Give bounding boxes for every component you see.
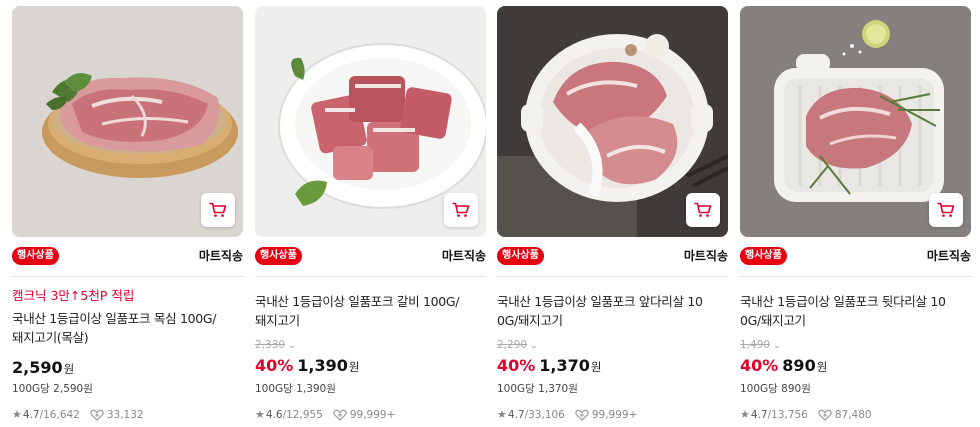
add-to-cart-button[interactable] [201, 193, 235, 227]
product-card[interactable]: 행사상품 마트직송 국내산 1등급이상 일품포크 갈비 100G/ 돼지고기 2… [255, 6, 486, 427]
original-price-value: 2,290 [497, 339, 528, 351]
product-meta: ★ 4.7 /16,642 33,132 [12, 408, 144, 421]
heart-cart-icon [818, 409, 832, 421]
event-badge: 행사상품 [497, 247, 544, 265]
original-price-value: 2,330 [255, 339, 286, 351]
product-card[interactable]: 행사상품 마트직송 국내산 1등급이상 일품포크 뒷다리살 10 0G/돼지고기… [740, 6, 971, 427]
rating-value: 4.7 [507, 408, 525, 421]
store-label: 마트직송 [926, 249, 971, 263]
product-name[interactable]: 국내산 1등급이상 일품포크 앞다리살 10 0G/돼지고기 [497, 292, 728, 330]
discount-rate: 40% [497, 356, 536, 375]
add-to-cart-button[interactable] [444, 193, 478, 227]
unit-price: 100G당 2,590원 [12, 383, 93, 395]
product-image[interactable] [12, 6, 243, 237]
divider [740, 276, 971, 277]
currency-label: 원 [590, 360, 602, 374]
review-count: /12,955 [282, 408, 323, 421]
store-label: 마트직송 [441, 249, 486, 263]
product-name[interactable]: 국내산 1등급이상 일품포크 목심 100G/ 돼지고기(목살) [12, 309, 243, 347]
unit-price: 100G당 1,390원 [255, 383, 336, 395]
star-icon: ★ [740, 408, 750, 421]
heart-cart-icon [333, 409, 347, 421]
add-to-cart-button[interactable] [929, 193, 963, 227]
cart-icon [937, 202, 955, 217]
star-icon: ★ [255, 408, 265, 421]
product-name-line: 돼지고기 [255, 313, 300, 328]
product-meta: ★ 4.7 /33,106 99,999+ [497, 408, 637, 421]
promo-text: 캠크닉 3만↑5천P 적립 [12, 288, 135, 303]
product-meta: ★ 4.7 /13,756 87,480 [740, 408, 872, 421]
divider [497, 276, 728, 277]
star-icon: ★ [497, 408, 507, 421]
price-row: 40% 890원 [740, 355, 827, 378]
product-name-line: 국내산 1등급이상 일품포크 앞다리살 10 [497, 294, 703, 309]
original-price: 1,490 ⌄ [740, 339, 781, 351]
like-count: 87,480 [834, 408, 872, 421]
review-count: /13,756 [767, 408, 808, 421]
sale-price: 2,590 [12, 358, 63, 377]
original-price-value: 1,490 [740, 339, 771, 351]
product-image[interactable] [740, 6, 971, 237]
original-price: 2,330 ⌄ [255, 339, 296, 351]
chevron-down-icon[interactable]: ⌄ [530, 341, 538, 351]
original-price: 2,290 ⌄ [497, 339, 538, 351]
product-name[interactable]: 국내산 1등급이상 일품포크 갈비 100G/ 돼지고기 [255, 292, 486, 330]
price-row: 2,590원 [12, 357, 74, 380]
product-name-line: 국내산 1등급이상 일품포크 목심 100G/ [12, 311, 217, 326]
rating-value: 4.6 [265, 408, 283, 421]
rating-value: 4.7 [750, 408, 768, 421]
product-name-line: 0G/돼지고기 [740, 313, 806, 328]
discount-rate: 40% [255, 356, 294, 375]
event-badge: 행사상품 [255, 247, 302, 265]
sale-price: 890 [782, 356, 816, 375]
review-count: /33,106 [524, 408, 565, 421]
unit-price: 100G당 890원 [740, 383, 811, 395]
heart-cart-icon [90, 409, 104, 421]
product-meta: ★ 4.6 /12,955 99,999+ [255, 408, 395, 421]
product-name-line: 국내산 1등급이상 일품포크 뒷다리살 10 [740, 294, 946, 309]
sale-price: 1,390 [297, 356, 348, 375]
product-card[interactable]: 행사상품 마트직송 캠크닉 3만↑5천P 적립 국내산 1등급이상 일품포크 목… [12, 6, 243, 427]
product-name-line: 돼지고기(목살) [12, 330, 89, 345]
divider [255, 276, 486, 277]
cart-icon [694, 202, 712, 217]
product-image[interactable] [497, 6, 728, 237]
product-name-line: 국내산 1등급이상 일품포크 갈비 100G/ [255, 294, 460, 309]
cart-icon [209, 202, 227, 217]
like-count: 99,999+ [591, 408, 638, 421]
price-row: 40% 1,370원 [497, 355, 602, 378]
cart-icon [452, 202, 470, 217]
currency-label: 원 [63, 362, 75, 376]
star-icon: ★ [12, 408, 22, 421]
chevron-down-icon[interactable]: ⌄ [773, 341, 781, 351]
chevron-down-icon[interactable]: ⌄ [288, 341, 296, 351]
rating-value: 4.7 [22, 408, 40, 421]
divider [12, 276, 243, 277]
currency-label: 원 [816, 360, 828, 374]
add-to-cart-button[interactable] [686, 193, 720, 227]
store-label: 마트직송 [683, 249, 728, 263]
product-name-line: 0G/돼지고기 [497, 313, 563, 328]
sale-price: 1,370 [539, 356, 590, 375]
heart-cart-icon [575, 409, 589, 421]
currency-label: 원 [348, 360, 360, 374]
price-row: 40% 1,390원 [255, 355, 360, 378]
like-count: 33,132 [106, 408, 144, 421]
unit-price: 100G당 1,370원 [497, 383, 578, 395]
product-image[interactable] [255, 6, 486, 237]
event-badge: 행사상품 [12, 247, 59, 265]
event-badge: 행사상품 [740, 247, 787, 265]
review-count: /16,642 [39, 408, 80, 421]
product-name[interactable]: 국내산 1등급이상 일품포크 뒷다리살 10 0G/돼지고기 [740, 292, 971, 330]
product-card[interactable]: 행사상품 마트직송 국내산 1등급이상 일품포크 앞다리살 10 0G/돼지고기… [497, 6, 728, 427]
discount-rate: 40% [740, 356, 779, 375]
store-label: 마트직송 [198, 249, 243, 263]
like-count: 99,999+ [349, 408, 396, 421]
